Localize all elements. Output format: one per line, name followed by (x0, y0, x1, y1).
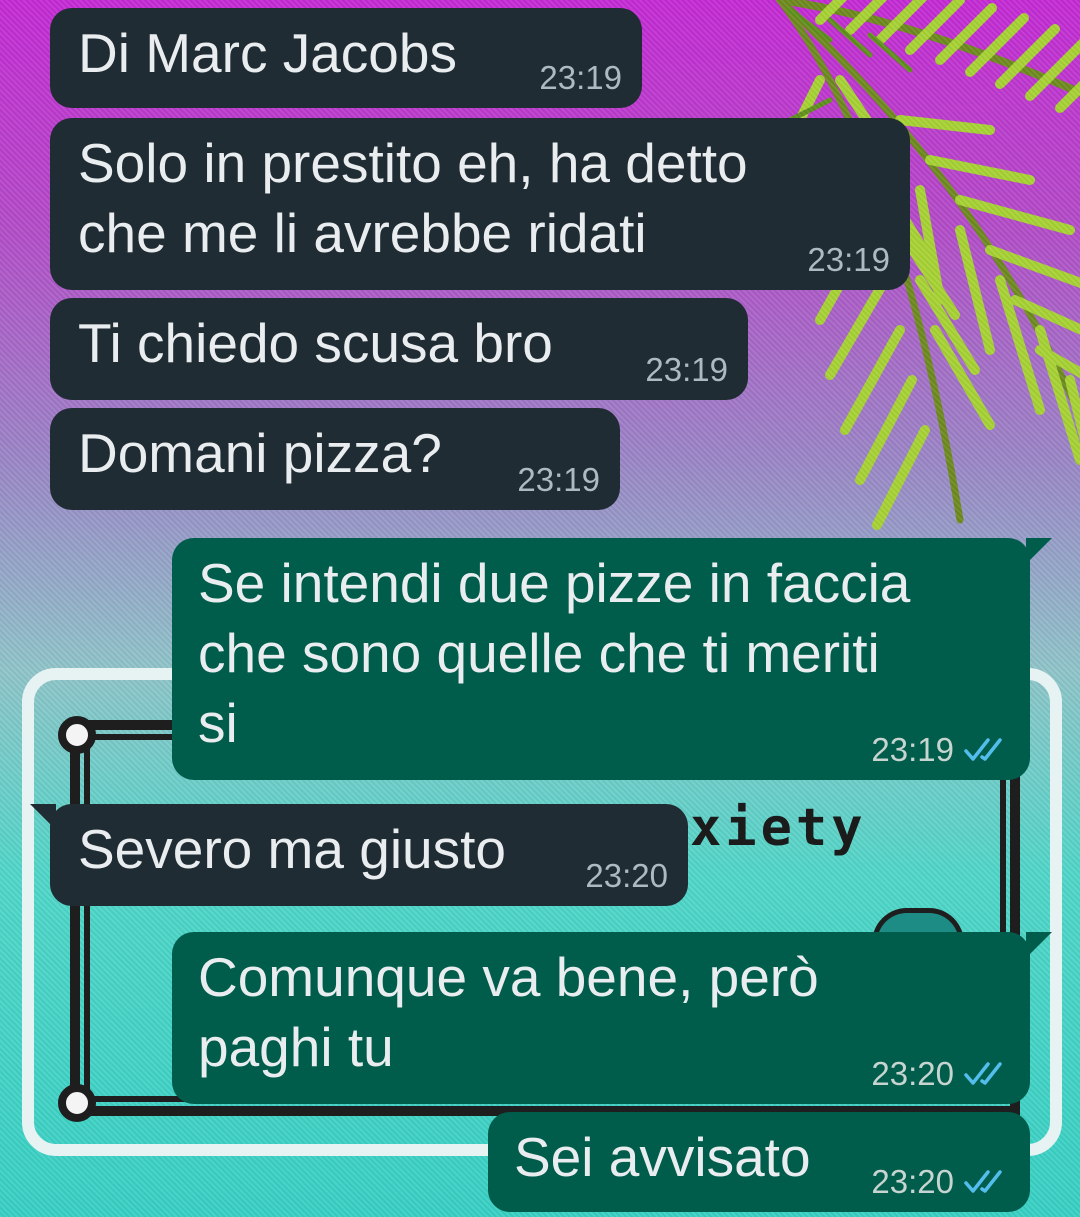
read-receipt-icon (964, 1170, 1002, 1193)
message-bubble-outgoing[interactable]: Se intendi due pizze in faccia che sono … (172, 538, 1030, 780)
message-bubble-incoming[interactable]: Domani pizza? 23:19 (50, 408, 620, 510)
message-time: 23:19 (871, 731, 954, 768)
message-bubble-outgoing[interactable]: Sei avvisato 23:20 (488, 1112, 1030, 1212)
message-meta: 23:19 (871, 732, 1010, 768)
message-text: Solo in prestito eh, ha detto che me li … (78, 132, 748, 264)
message-meta: 23:19 (517, 462, 600, 498)
message-meta: 23:19 (645, 352, 728, 388)
message-text: Se intendi due pizze in faccia che sono … (198, 552, 911, 754)
wallpaper-corner-ornament (58, 716, 96, 754)
message-meta: 23:20 (585, 858, 668, 894)
message-time: 23:19 (807, 241, 890, 278)
message-meta: 23:19 (539, 60, 622, 96)
message-bubble-outgoing[interactable]: Comunque va bene, però paghi tu 23:20 (172, 932, 1030, 1104)
read-receipt-icon (964, 738, 1002, 761)
message-time: 23:19 (517, 461, 600, 498)
wallpaper-corner-ornament (58, 1084, 96, 1122)
message-time: 23:19 (645, 351, 728, 388)
message-time: 23:20 (585, 857, 668, 894)
message-meta: 23:19 (807, 242, 890, 278)
message-time: 23:19 (539, 59, 622, 96)
message-bubble-incoming[interactable]: Severo ma giusto 23:20 (50, 804, 688, 906)
message-meta: 23:20 (871, 1164, 1010, 1200)
message-time: 23:20 (871, 1055, 954, 1092)
message-meta: 23:20 (871, 1056, 1010, 1092)
message-time: 23:20 (871, 1163, 954, 1200)
message-bubble-incoming[interactable]: Solo in prestito eh, ha detto che me li … (50, 118, 910, 290)
message-bubble-incoming[interactable]: Di Marc Jacobs 23:19 (50, 8, 642, 108)
message-bubble-incoming[interactable]: Ti chiedo scusa bro 23:19 (50, 298, 748, 400)
wallpaper-pixel-text: xiety (690, 798, 867, 858)
read-receipt-icon (964, 1062, 1002, 1085)
